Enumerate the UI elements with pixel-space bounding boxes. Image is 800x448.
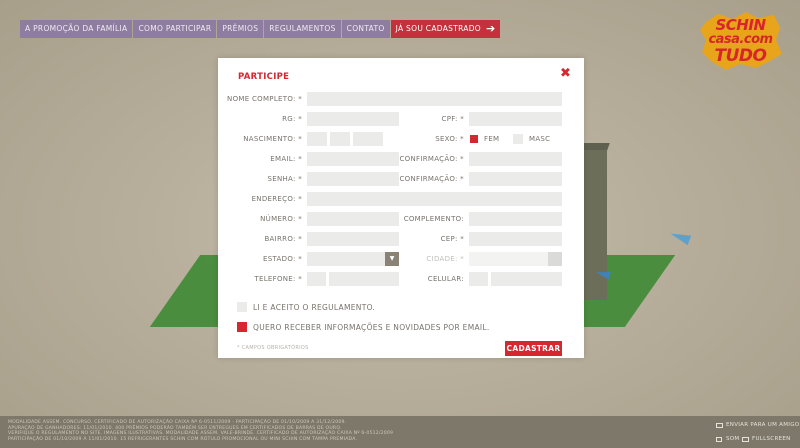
email-confirm-input[interactable]	[469, 152, 562, 166]
label-celular: CELULAR:	[427, 275, 464, 283]
schin-logo[interactable]: SCHIN casa.com TUDO	[698, 10, 783, 72]
modal-title: PARTICIPE	[238, 72, 290, 82]
cell-input[interactable]	[491, 272, 562, 286]
chevron-down-icon[interactable]	[548, 252, 562, 266]
label-email: EMAIL: *	[270, 155, 302, 163]
rg-input[interactable]	[307, 112, 399, 126]
label-cidade: CIDADE: *	[426, 255, 464, 263]
label-cep: CEP: *	[440, 235, 464, 243]
number-input[interactable]	[307, 212, 399, 226]
nav-promocao[interactable]: A promoção da família	[20, 20, 133, 38]
fullscreen-button[interactable]: FULLSCREEN	[752, 436, 791, 442]
label-rg: RG: *	[282, 115, 302, 123]
nav-como-participar[interactable]: Como participar	[133, 20, 217, 38]
complement-input[interactable]	[469, 212, 562, 226]
legal-line: PARTICIPAÇÃO DE 01/10/2009 A 11/01/2010.…	[8, 436, 358, 442]
arrow-right-icon: ➔	[486, 22, 496, 35]
label-cpf: CPF: *	[441, 115, 464, 123]
label-complemento: COMPLEMENTO:	[403, 215, 464, 223]
logo-line-2: casa.com	[708, 32, 773, 47]
label-senha: SENHA: *	[267, 175, 302, 183]
label-numero: NÚMERO: *	[260, 215, 302, 223]
nav-premios[interactable]: Prêmios	[217, 20, 264, 38]
sex-fem-radio[interactable]	[470, 135, 478, 143]
label-estado: ESTADO: *	[263, 255, 302, 263]
nome-input[interactable]	[307, 92, 562, 106]
password-confirm-input[interactable]	[469, 172, 562, 186]
nav-cta-label: Já sou cadastrado	[395, 24, 481, 33]
sound-toggle[interactable]: SOM	[726, 436, 739, 442]
envelope-icon	[716, 423, 723, 428]
label-endereco: ENDEREÇO: *	[251, 195, 302, 203]
accept-regulation-checkbox[interactable]	[237, 302, 247, 312]
label-telefone: TELEFONE: *	[254, 275, 302, 283]
close-icon[interactable]: ✖	[560, 66, 571, 81]
label-email-confirm: CONFIRMAÇÃO: *	[399, 155, 464, 163]
nav-ja-sou-cadastrado[interactable]: Já sou cadastrado ➔	[390, 20, 500, 38]
password-input[interactable]	[307, 172, 399, 186]
cpf-input[interactable]	[469, 112, 562, 126]
label-nome: NOME COMPLETO: *	[227, 95, 302, 103]
birth-year-input[interactable]	[353, 132, 383, 146]
sex-fem-label: FEM	[484, 135, 500, 143]
label-sexo: SEXO: *	[435, 135, 464, 143]
nav-contato[interactable]: Contato	[341, 20, 390, 38]
top-nav: A promoção da família Como participar Pr…	[20, 20, 501, 38]
label-nascimento: NASCIMENTO: *	[243, 135, 302, 143]
speaker-icon	[716, 437, 722, 442]
accept-regulation-label: LI E ACEITO O REGULAMENTO.	[253, 303, 376, 312]
send-to-friend-link[interactable]: ENVIAR PARA UM AMIGO	[726, 422, 799, 428]
address-input[interactable]	[307, 192, 562, 206]
submit-button[interactable]: CADASTRAR	[505, 341, 562, 356]
cep-input[interactable]	[469, 232, 562, 246]
nav-regulamentos[interactable]: Regulamentos	[264, 20, 341, 38]
label-senha-confirm: CONFIRMAÇÃO: *	[399, 175, 464, 183]
logo-line-3: TUDO	[714, 46, 767, 66]
sex-masc-label: MASC	[529, 135, 551, 143]
sex-masc-radio[interactable]	[513, 134, 523, 144]
label-bairro: BAIRRO: *	[264, 235, 302, 243]
cell-ddd-input[interactable]	[469, 272, 488, 286]
email-input[interactable]	[307, 152, 399, 166]
fullscreen-icon	[742, 437, 749, 442]
neighborhood-input[interactable]	[307, 232, 399, 246]
required-note: * CAMPOS OBRIGATÓRIOS	[237, 345, 309, 351]
newsletter-checkbox[interactable]	[237, 322, 247, 332]
legal-line: VERIFIQUE O REGULAMENTO NO SITE. IMAGENS…	[8, 431, 394, 437]
city-select[interactable]	[469, 252, 548, 266]
footer: MODALIDADE ASSEM. CONCURSO. CERTIFICADO …	[0, 416, 800, 448]
legal-text: MODALIDADE ASSEM. CONCURSO. CERTIFICADO …	[8, 420, 428, 442]
state-select[interactable]	[307, 252, 385, 266]
birth-day-input[interactable]	[307, 132, 327, 146]
newsletter-label: QUERO RECEBER INFORMAÇÕES E NOVIDADES PO…	[253, 323, 490, 332]
register-modal: PARTICIPE ✖ NOME COMPLETO: * RG: * CPF: …	[218, 58, 584, 358]
birth-month-input[interactable]	[330, 132, 350, 146]
phone-ddd-input[interactable]	[307, 272, 326, 286]
